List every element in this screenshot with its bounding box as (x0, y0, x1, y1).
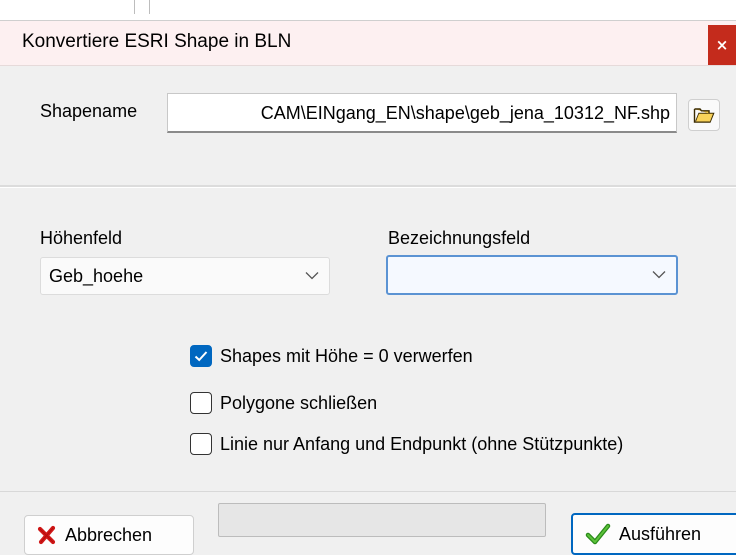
close-icon: × (715, 36, 729, 54)
folder-open-icon (693, 108, 715, 123)
checkbox-checked[interactable] (190, 345, 212, 367)
background-divider (149, 0, 150, 14)
dialog-title: Konvertiere ESRI Shape in BLN (22, 31, 292, 52)
green-check-icon (585, 523, 611, 545)
browse-button[interactable] (688, 99, 720, 131)
bezeichnungsfeld-dropdown[interactable] (386, 255, 678, 295)
hoehenfeld-dropdown[interactable]: Geb_hoehe (40, 257, 330, 295)
progress-bar (218, 503, 546, 537)
title-bar: Konvertiere ESRI Shape in BLN × (0, 21, 736, 66)
background-divider (134, 0, 135, 14)
option-label: Shapes mit Höhe = 0 verwerfen (220, 345, 473, 366)
cancel-label: Abbrechen (65, 524, 153, 545)
footer-divider (0, 491, 736, 492)
chevron-down-icon (305, 272, 319, 280)
shapename-label: Shapename (40, 101, 138, 121)
option-label: Polygone schließen (220, 392, 378, 413)
shapename-input[interactable]: CAM\EINgang_EN\shape\geb_jena_10312_NF.s… (167, 93, 677, 133)
chevron-down-icon (652, 271, 666, 279)
checkbox-unchecked[interactable] (190, 433, 212, 455)
background-window-strip (0, 0, 736, 20)
hoehenfeld-value: Geb_hoehe (49, 266, 144, 286)
close-button[interactable]: × (708, 25, 736, 65)
run-label: Ausführen (619, 523, 702, 544)
hoehenfeld-label: Höhenfeld (40, 228, 123, 248)
section-divider (0, 185, 736, 188)
option-close-polygons[interactable]: Polygone schließen (190, 390, 377, 416)
option-line-endpoints-only[interactable]: Linie nur Anfang und Endpunkt (ohne Stüt… (190, 431, 623, 457)
checkbox-unchecked[interactable] (190, 392, 212, 414)
run-button[interactable]: Ausführen (571, 513, 736, 555)
option-label: Linie nur Anfang und Endpunkt (ohne Stüt… (220, 433, 624, 454)
convert-shape-dialog: Konvertiere ESRI Shape in BLN × Shapenam… (0, 20, 736, 555)
red-x-icon (37, 525, 57, 545)
shapename-value: CAM\EINgang_EN\shape\geb_jena_10312_NF.s… (260, 103, 670, 123)
option-discard-zero-height[interactable]: Shapes mit Höhe = 0 verwerfen (190, 343, 473, 369)
cancel-button[interactable]: Abbrechen (24, 515, 194, 555)
bezeichnungsfeld-label: Bezeichnungsfeld (388, 228, 531, 248)
check-icon (194, 351, 208, 362)
